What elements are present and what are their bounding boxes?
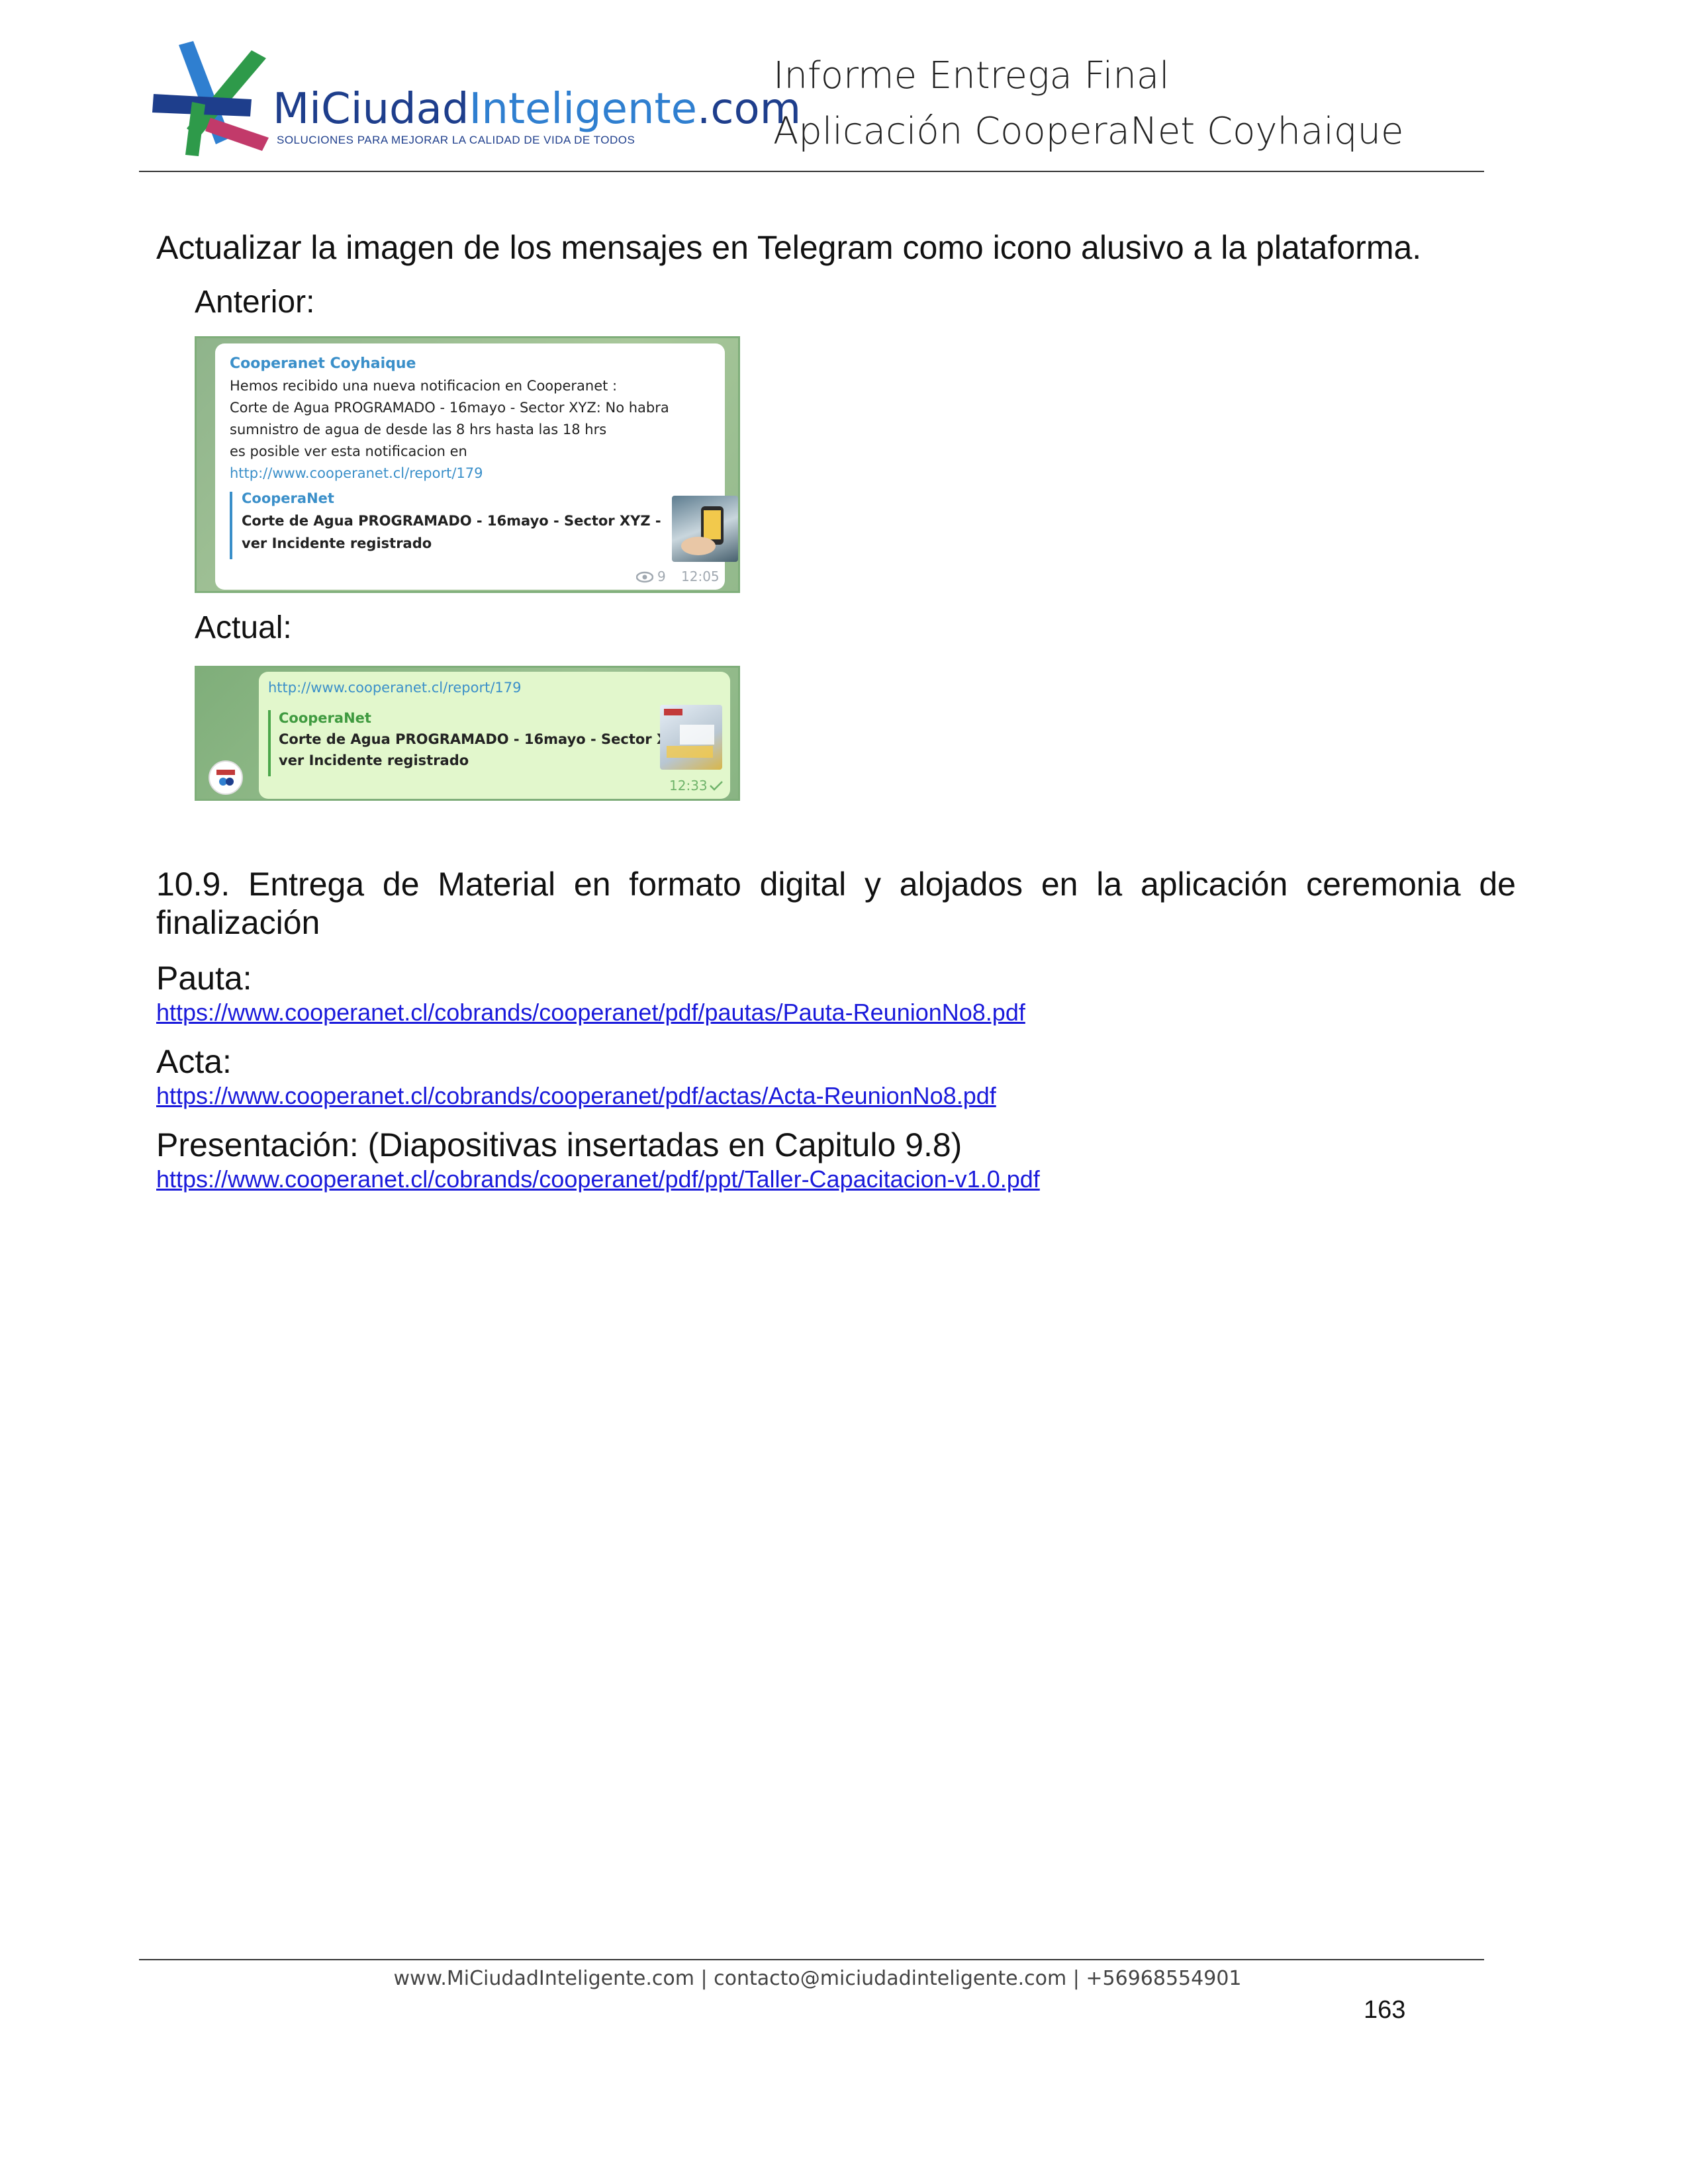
logo-mark-icon: [152, 41, 269, 156]
message-line: Corte de Agua PROGRAMADO - 16mayo - Sect…: [230, 400, 669, 416]
views-count: 9: [657, 569, 666, 584]
telegram-screenshot-after: http://www.cooperanet.cl/report/179 Coop…: [195, 666, 740, 801]
footer-contact: www.MiCiudadInteligente.com | contacto@m…: [393, 1967, 1242, 1990]
acta-link[interactable]: https://www.cooperanet.cl/cobrands/coope…: [156, 1081, 996, 1111]
link-preview-title: Corte de Agua PROGRAMADO - 16mayo - Sect…: [279, 731, 698, 747]
company-logo: MiCiudadInteligente.com SOLUCIONES PARA …: [152, 38, 801, 164]
message-line: es posible ver esta notificacion en: [230, 443, 467, 459]
page-number: 163: [1364, 1996, 1406, 2024]
label-before: Anterior:: [195, 285, 315, 320]
section-heading-continued: finalización: [156, 904, 320, 941]
message-bubble: Cooperanet Coyhaique Hemos recibido una …: [215, 343, 738, 590]
intro-paragraph: Actualizar la imagen de los mensajes en …: [156, 229, 1422, 266]
logo-tagline: SOLUCIONES PARA MEJORAR LA CALIDAD DE VI…: [277, 134, 635, 146]
message-bubble: http://www.cooperanet.cl/report/179 Coop…: [259, 672, 730, 799]
link-preview-site: CooperaNet: [279, 710, 371, 726]
views-eye-icon: [636, 571, 653, 583]
message-url: http://www.cooperanet.cl/report/179: [268, 680, 522, 696]
report-title: Informe Entrega Final: [773, 54, 1170, 97]
header-divider: [139, 171, 1484, 172]
message-sender: Cooperanet Coyhaique: [230, 355, 416, 372]
message-line: sumnistro de agua de desde las 8 hrs has…: [230, 422, 607, 437]
link-preview-site: CooperaNet: [242, 490, 334, 506]
message-line: Hemos recibido una nueva notificacion en…: [230, 378, 618, 394]
telegram-screenshot-before: Cooperanet Coyhaique Hemos recibido una …: [195, 336, 740, 593]
presentacion-link[interactable]: https://www.cooperanet.cl/cobrands/coope…: [156, 1165, 1040, 1194]
link-preview-bar: [230, 492, 232, 559]
sent-check-icon: [710, 781, 723, 791]
bot-avatar: [209, 760, 243, 795]
presentacion-label: Presentación: (Diapositivas insertadas e…: [156, 1126, 962, 1163]
link-preview-title: ver Incidente registrado: [242, 535, 432, 551]
message-url: http://www.cooperanet.cl/report/179: [230, 465, 483, 481]
message-time: 12:33: [669, 778, 708, 794]
link-preview-title: ver Incidente registrado: [279, 752, 469, 768]
acta-label: Acta:: [156, 1043, 232, 1080]
pauta-link[interactable]: https://www.cooperanet.cl/cobrands/coope…: [156, 998, 1025, 1027]
report-subtitle: Aplicación CooperaNet Coyhaique: [773, 110, 1404, 153]
label-after: Actual:: [195, 610, 292, 645]
footer-divider: [139, 1959, 1484, 1960]
section-heading: 10.9. Entrega de Material en formato dig…: [156, 866, 1516, 903]
link-preview-bar: [268, 710, 271, 776]
pauta-label: Pauta:: [156, 960, 252, 997]
link-preview-thumbnail: [672, 496, 738, 562]
logo-wordmark: MiCiudadInteligente.com: [273, 85, 802, 134]
message-time: 12:05: [681, 569, 720, 584]
link-preview-thumbnail: [660, 705, 722, 770]
link-preview-title: Corte de Agua PROGRAMADO - 16mayo - Sect…: [242, 513, 661, 529]
